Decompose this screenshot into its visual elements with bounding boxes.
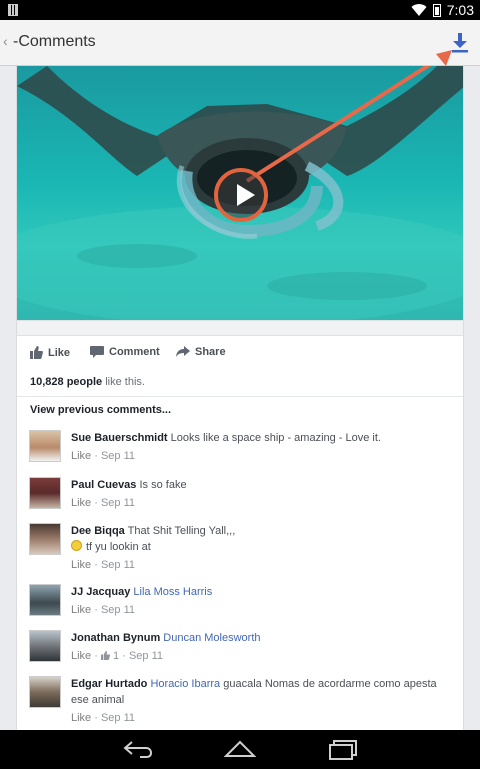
comment-body: Edgar Hurtado Horacio Ibarra guacala Nom… [71, 676, 455, 708]
recents-nav-icon[interactable] [328, 739, 358, 761]
comment-meta: Like · Sep 11 [71, 450, 136, 462]
commenter-name[interactable]: Jonathan Bynum [71, 632, 160, 644]
home-nav-icon[interactable] [224, 739, 256, 759]
avatar[interactable] [29, 630, 61, 662]
commenter-name[interactable]: Dee Biqqa [71, 525, 125, 537]
avatar[interactable] [29, 676, 61, 708]
like-button[interactable]: Like [30, 346, 70, 359]
comment-body: Paul Cuevas Is so fake [71, 477, 455, 493]
avatar[interactable] [29, 477, 61, 509]
comment-time: Sep 11 [100, 497, 136, 509]
comment-text: That Shit Telling Yall,,, [127, 525, 236, 537]
likes-suffix: like this. [105, 376, 145, 388]
back-nav-icon[interactable] [122, 739, 154, 759]
comment-time: Sep 11 [100, 559, 136, 571]
comment-meta: Like · Sep 11 [71, 712, 136, 724]
comment-button[interactable]: Comment [90, 346, 160, 358]
app-bar: ‹ -Comments [0, 20, 480, 66]
status-bar: 7:03 [0, 0, 480, 20]
comment-like-link[interactable]: Like [71, 604, 91, 616]
video-thumbnail[interactable] [17, 66, 463, 320]
notification-icon [8, 4, 18, 16]
play-button[interactable] [214, 168, 268, 222]
comment-meta: Like · Sep 11 [71, 559, 136, 571]
avatar[interactable] [29, 523, 61, 555]
divider [17, 320, 463, 336]
view-previous-comments-link[interactable]: View previous comments... [30, 404, 171, 416]
comment-body: Jonathan Bynum Duncan Molesworth [71, 630, 455, 646]
system-nav-bar [0, 730, 480, 769]
comment-text: Is so fake [139, 479, 187, 491]
thumbs-up-icon [100, 651, 110, 660]
action-bar: Like Comment Share [17, 336, 463, 370]
comment-like-link[interactable]: Like [71, 450, 91, 462]
comment-like-link[interactable]: Like [71, 650, 91, 662]
emoji-icon [71, 540, 82, 551]
comment-like-link[interactable]: Like [71, 712, 91, 724]
comment-text: Looks like a space ship - amazing - Love… [170, 432, 381, 444]
share-label: Share [195, 346, 226, 358]
commenter-name[interactable]: Edgar Hurtado [71, 678, 147, 690]
comment-meta: Like · Sep 11 [71, 604, 136, 616]
back-icon[interactable]: ‹ [3, 33, 8, 49]
comment-meta: Like · Sep 11 [71, 497, 136, 509]
tagged-name-link[interactable]: Lila Moss Harris [133, 586, 212, 598]
comment-time: Sep 11 [100, 450, 136, 462]
annotation-arrowhead [436, 50, 452, 66]
likes-summary[interactable]: 10,828 people like this. [30, 376, 145, 388]
commenter-name[interactable]: Sue Bauerschmidt [71, 432, 168, 444]
comment-body: JJ Jacquay Lila Moss Harris [71, 584, 455, 600]
commenter-name[interactable]: Paul Cuevas [71, 479, 136, 491]
share-button[interactable]: Share [176, 346, 226, 358]
comment-like-link[interactable]: Like [71, 559, 91, 571]
comment-like-count: 1 [113, 650, 120, 662]
comment-meta: Like · 1 · Sep 11 [71, 650, 163, 662]
avatar[interactable] [29, 430, 61, 462]
comment-icon [90, 346, 104, 358]
battery-icon [432, 3, 441, 17]
comment-time: Sep 11 [128, 650, 163, 662]
comment-time: Sep 11 [100, 712, 136, 724]
tagged-name-link[interactable]: Horacio Ibarra [150, 678, 220, 690]
thumbs-up-icon [30, 346, 43, 359]
wifi-icon [411, 4, 427, 17]
comment-time: Sep 11 [100, 604, 136, 616]
commenter-name[interactable]: JJ Jacquay [71, 586, 130, 598]
like-label: Like [48, 346, 71, 359]
likes-count[interactable]: 10,828 people [30, 376, 102, 388]
avatar[interactable] [29, 584, 61, 616]
tagged-name-link[interactable]: Duncan Molesworth [163, 632, 260, 644]
page-title: -Comments [13, 33, 96, 50]
post-card: Like Comment Share 10,828 people like th… [16, 66, 464, 730]
comment-label: Comment [109, 346, 160, 358]
comment-body: Sue Bauerschmidt Looks like a space ship… [71, 430, 455, 446]
clock: 7:03 [446, 2, 474, 18]
divider [17, 396, 463, 397]
comment-like-link[interactable]: Like [71, 497, 91, 509]
comment-body: Dee Biqqa That Shit Telling Yall,,, tf y… [71, 523, 455, 555]
comment-text-line2: tf yu lookin at [86, 541, 151, 553]
share-icon [176, 346, 190, 357]
